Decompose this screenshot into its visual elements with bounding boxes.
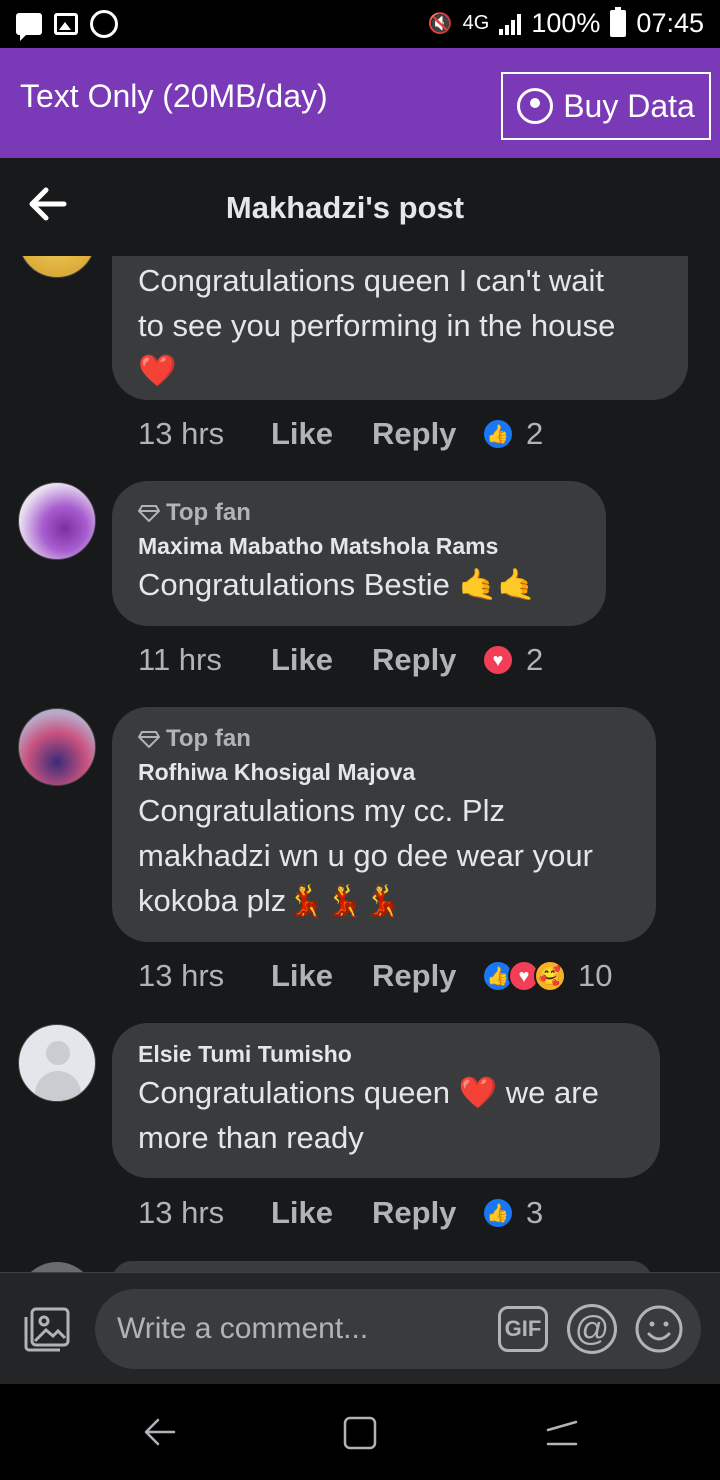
reactions-summary[interactable]: 👍 2: [482, 416, 543, 452]
care-reaction-icon: 🥰: [534, 960, 566, 992]
comment-bubble: [112, 1261, 652, 1272]
system-nav-bar: [0, 1384, 720, 1480]
reply-button[interactable]: Reply: [372, 642, 482, 678]
comment-author[interactable]: Elsie Tumi Tumisho: [138, 1041, 634, 1068]
reactions-summary[interactable]: 👍 3: [482, 1195, 543, 1231]
comment-input-container[interactable]: GIF @: [95, 1289, 701, 1369]
post-header: Makhadzi's post: [0, 158, 720, 256]
like-button[interactable]: Like: [271, 642, 372, 678]
top-fan-badge: Top fan: [138, 499, 580, 527]
avatar[interactable]: [18, 482, 96, 560]
comment-bubble: Congratulations queen I can't wait to se…: [112, 256, 688, 400]
network-icon: 4G: [462, 12, 490, 34]
mute-icon: 🔇: [427, 13, 453, 35]
comment-text: Congratulations my cc. Plz: [138, 793, 505, 828]
comment-text: to see you performing in the house: [138, 308, 616, 343]
buy-data-button[interactable]: Buy Data: [501, 72, 711, 140]
comment-meta: 13 hrs Like Reply 👍 3: [138, 1193, 543, 1233]
comment-time: 13 hrs: [138, 958, 225, 993]
heart-emoji: ❤️: [138, 353, 177, 388]
comment-bubble: Elsie Tumi Tumisho Congratulations queen…: [112, 1023, 660, 1178]
mention-button[interactable]: @: [567, 1304, 617, 1354]
top-fan-badge: Top fan: [138, 725, 630, 753]
nav-home-icon[interactable]: [340, 1412, 380, 1452]
comment-text: Congratulations Bestie 🤙🤙: [138, 567, 536, 602]
reaction-count: 10: [578, 958, 613, 993]
reactions-summary[interactable]: ♥ 2: [482, 642, 543, 678]
comment-input[interactable]: [117, 1301, 497, 1357]
comment-time: 13 hrs: [138, 416, 225, 451]
comment-bubble: Top fan Rofhiwa Khosigal Majova Congratu…: [112, 707, 656, 942]
avatar[interactable]: [18, 256, 96, 278]
data-plan-banner: Text Only (20MB/day) Buy Data: [0, 48, 720, 158]
signal-icon: [499, 13, 522, 35]
reply-button[interactable]: Reply: [372, 416, 482, 452]
data-plan-title: Text Only (20MB/day): [20, 78, 328, 114]
emoji-icon[interactable]: [634, 1304, 684, 1354]
gif-button[interactable]: GIF: [498, 1306, 548, 1352]
nav-recents-icon[interactable]: [542, 1412, 582, 1452]
whatsapp-icon: [90, 10, 118, 38]
top-fan-label: Top fan: [166, 499, 251, 526]
reply-button[interactable]: Reply: [372, 1195, 482, 1231]
photo-icon[interactable]: [22, 1305, 72, 1353]
comment-meta: 11 hrs Like Reply ♥ 2: [138, 640, 543, 680]
buy-data-label: Buy Data: [563, 87, 695, 124]
message-icon: [16, 13, 42, 41]
broadcast-icon: [517, 88, 554, 124]
battery-percent: 100%: [531, 8, 601, 38]
nav-back-icon[interactable]: [140, 1412, 180, 1452]
diamond-icon: [138, 731, 160, 748]
avatar[interactable]: [18, 708, 96, 786]
reaction-count: 2: [526, 642, 544, 677]
gallery-icon: [54, 13, 78, 35]
comment-text: Congratulations queen I can't wait: [138, 263, 605, 298]
reactions-summary[interactable]: 👍 ♥ 🥰 10: [482, 958, 612, 994]
like-button[interactable]: Like: [271, 416, 372, 452]
comment-bubble: Top fan Maxima Mabatho Matshola Rams Con…: [112, 481, 606, 626]
like-button[interactable]: Like: [271, 958, 372, 994]
avatar[interactable]: [18, 1262, 96, 1272]
reaction-count: 3: [526, 1195, 544, 1230]
diamond-icon: [138, 505, 160, 522]
comment-text: more than ready: [138, 1120, 364, 1155]
reaction-count: 2: [526, 416, 544, 451]
like-button[interactable]: Like: [271, 1195, 372, 1231]
status-bar: 🔇 4G 100% 07:45: [0, 0, 720, 48]
top-fan-label: Top fan: [166, 725, 251, 752]
like-reaction-icon: 👍: [482, 418, 514, 450]
comment-meta: 13 hrs Like Reply 👍 2: [138, 414, 543, 454]
comment-meta: 13 hrs Like Reply 👍 ♥ 🥰 10: [138, 956, 612, 996]
comment-time: 13 hrs: [138, 1195, 225, 1230]
clock: 07:45: [636, 8, 704, 38]
like-reaction-icon: 👍: [482, 1197, 514, 1229]
love-reaction-icon: ♥: [482, 644, 514, 676]
reply-button[interactable]: Reply: [372, 958, 482, 994]
default-avatar-icon[interactable]: [18, 1024, 96, 1102]
comment-text: kokoba plz💃💃💃: [138, 883, 402, 918]
page-title: Makhadzi's post: [225, 190, 465, 225]
battery-icon: [610, 7, 627, 37]
comment-time: 11 hrs: [138, 642, 222, 677]
comment-text: Congratulations queen ❤️ we are: [138, 1075, 599, 1110]
comments-feed[interactable]: Congratulations queen I can't wait to se…: [0, 256, 720, 1272]
comment-author[interactable]: Maxima Mabatho Matshola Rams: [138, 533, 580, 560]
comment-author[interactable]: Rofhiwa Khosigal Majova: [138, 759, 630, 786]
comment-text: makhadzi wn u go dee wear your: [138, 838, 593, 873]
comment-composer: GIF @: [0, 1272, 720, 1384]
